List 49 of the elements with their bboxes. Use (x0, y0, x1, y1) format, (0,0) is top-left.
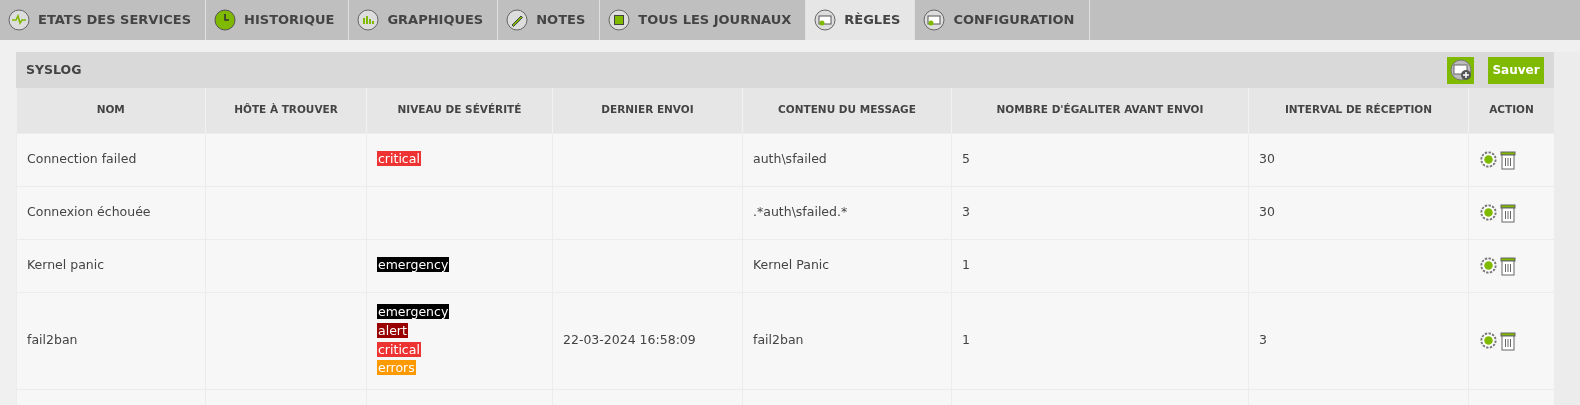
table-cell: 1 (951, 292, 1249, 389)
heartbeat-icon (8, 9, 30, 31)
column-header: HÔTE À TROUVER (205, 88, 367, 133)
severity-tag: errors (377, 360, 416, 376)
table-cell: 1 (951, 239, 1249, 292)
column-header: NIVEAU DE SÉVÉRITÉ (366, 88, 553, 133)
settings-icon[interactable] (1479, 331, 1498, 350)
monitor-icon (923, 9, 946, 31)
severity-tag: alert (377, 322, 408, 338)
settings-icon[interactable] (1479, 203, 1498, 222)
column-header: DERNIER ENVOI (552, 88, 743, 133)
table-cell: .*auth\sfailed.* (742, 186, 952, 239)
column-header: INTERVAL DE RÉCEPTION (1248, 88, 1469, 133)
table-cell: Connection failed (16, 133, 206, 186)
table-cell: Connexion échouée (16, 186, 206, 239)
screen-plus-icon (1449, 59, 1472, 81)
table-cell: 3 (1248, 292, 1469, 389)
severity-tag: emergency (377, 257, 450, 273)
table-cell: fail2ban (16, 292, 206, 389)
table-cell: fail2ban (742, 292, 952, 389)
table-cell: Kernel Panic (742, 239, 952, 292)
column-header: ACTION (1468, 88, 1555, 133)
table-cell: 5 (951, 133, 1249, 186)
settings-icon[interactable] (1479, 256, 1498, 275)
trash-icon[interactable] (1500, 255, 1516, 276)
clock-icon (214, 9, 237, 31)
add-rule-button[interactable] (1447, 56, 1474, 84)
table-cell: 30 (1248, 133, 1469, 186)
table-cell: auth\sfailed (742, 133, 952, 186)
trash-icon[interactable] (1500, 149, 1516, 170)
settings-icon[interactable] (1479, 150, 1498, 169)
bar-chart-icon (357, 9, 380, 31)
table-cell: 22-03-2024 16:58:09 (552, 292, 743, 389)
panel-title: SYSLOG (26, 60, 83, 79)
column-header: NOM (16, 88, 206, 133)
table-cell: Kernel panic (16, 239, 206, 292)
column-header: CONTENU DU MESSAGE (742, 88, 952, 133)
chip-icon (608, 9, 631, 31)
severity-tag: critical (377, 341, 421, 357)
table-cell: 3 (951, 186, 1249, 239)
table-cell: 30 (1248, 186, 1469, 239)
column-header: NOMBRE D'ÉGALITER AVANT ENVOI (951, 88, 1249, 133)
trash-icon[interactable] (1500, 202, 1516, 223)
severity-tag: emergency (377, 304, 450, 319)
pencil-icon (506, 9, 529, 31)
severity-tag: critical (377, 151, 421, 167)
tab[interactable]: RÈGLES (806, 0, 916, 40)
monitor-icon (814, 9, 837, 31)
trash-icon[interactable] (1500, 330, 1516, 351)
